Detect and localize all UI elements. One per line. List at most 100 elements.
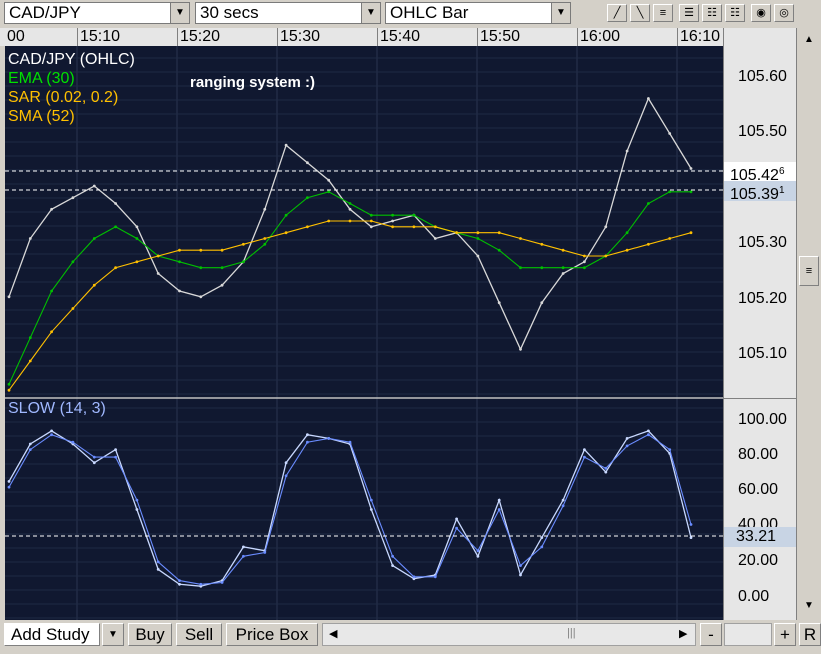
price-line-2	[8, 220, 692, 391]
table-icon[interactable]: ☷	[725, 4, 745, 22]
stoch-point	[50, 433, 53, 437]
stoch-point	[625, 444, 629, 448]
price-point	[199, 266, 203, 270]
horizontal-scrollbar[interactable]: ◀ ||| ▶	[322, 623, 696, 646]
last-price-sup: 1	[778, 185, 785, 196]
scroll-right-icon[interactable]: ▶	[679, 627, 687, 640]
price-point	[391, 219, 394, 223]
price-point	[50, 330, 53, 334]
channel-icon[interactable]: ☰	[679, 4, 699, 22]
chevron-down-icon[interactable]: ▼	[170, 3, 189, 23]
price-point	[50, 207, 53, 211]
zoom-out-icon[interactable]: ◎	[774, 4, 794, 22]
legend-sma: SMA (52)	[8, 108, 75, 125]
zoom-in-icon[interactable]: ◉	[751, 4, 771, 22]
stoch-marker-value: 33.21	[736, 528, 777, 545]
stoch-point	[561, 498, 565, 502]
stoch-point	[28, 448, 32, 451]
stoch-point	[625, 437, 629, 440]
zoom-in-button[interactable]: +	[774, 623, 796, 646]
stoch-point	[689, 523, 693, 526]
price-point	[327, 178, 331, 182]
vertical-scrollbar[interactable]: ▲ ≡ ▼	[796, 28, 821, 620]
price-point	[114, 202, 117, 205]
stoch-axis-label: 60.00	[738, 481, 779, 498]
price-point	[178, 289, 181, 293]
draw-ray-icon[interactable]: ╲	[630, 4, 650, 22]
stoch-point	[583, 455, 586, 459]
grid-icon[interactable]: ☷	[702, 4, 722, 22]
price-point	[263, 242, 267, 246]
zoom-out-button[interactable]: -	[700, 623, 722, 646]
scroll-grip-icon[interactable]: |||	[567, 627, 576, 639]
price-point	[28, 336, 32, 340]
time-tick	[77, 28, 78, 46]
stoch-point	[540, 536, 544, 539]
price-line-0	[8, 97, 692, 351]
stoch-point	[50, 429, 53, 433]
legend-ema: EMA (30)	[8, 70, 75, 87]
chart-area[interactable]: CAD/JPY (OHLC) EMA (30) SAR (0.02, 0.2) …	[5, 46, 723, 620]
chevron-down-icon[interactable]: ▼	[361, 3, 380, 23]
symbol-value: CAD/JPY	[9, 3, 81, 22]
stoch-point	[647, 433, 650, 437]
price-box-button[interactable]: Price Box	[226, 623, 318, 646]
chevron-down-icon[interactable]: ▼	[551, 3, 570, 23]
price-axis-label: 105.60	[738, 68, 787, 85]
stoch-point	[284, 461, 288, 465]
axis-divider	[724, 398, 797, 399]
stoch-marker: 33.21	[724, 527, 797, 547]
stoch-point	[433, 575, 437, 579]
reset-button[interactable]: R	[799, 623, 821, 646]
zoom-slider[interactable]	[724, 623, 772, 646]
price-point	[476, 237, 480, 240]
price-point	[92, 184, 96, 188]
price-point	[327, 190, 331, 194]
price-point	[519, 266, 522, 270]
stoch-point	[348, 440, 352, 444]
price-point	[114, 225, 117, 229]
scroll-left-icon[interactable]: ◀	[329, 627, 337, 640]
interval-select[interactable]: 30 secs ▼	[195, 2, 381, 24]
stoch-point	[92, 455, 96, 459]
price-point	[561, 248, 565, 252]
time-tick	[577, 28, 578, 46]
stoch-point	[391, 564, 394, 567]
price-point	[561, 272, 565, 275]
stoch-axis-label: 20.00	[738, 552, 779, 569]
price-point	[540, 242, 544, 246]
stoch-point	[306, 433, 309, 437]
add-study-select[interactable]: Add Study	[4, 623, 100, 646]
fib-lines-icon[interactable]: ≡	[653, 4, 673, 22]
scroll-down-icon[interactable]: ▼	[801, 600, 817, 614]
scroll-up-icon[interactable]: ▲	[801, 34, 817, 48]
price-axis[interactable]: 105.60 105.50 105.426 105.391 105.30 105…	[723, 28, 797, 620]
stoch-point	[668, 448, 672, 451]
price-point	[604, 254, 608, 258]
chart-style-value: OHLC Bar	[390, 3, 469, 22]
price-point	[242, 242, 245, 246]
chevron-down-icon[interactable]: ▼	[102, 623, 124, 646]
price-point	[369, 219, 373, 223]
buy-button[interactable]: Buy	[128, 623, 172, 646]
chart-style-select[interactable]: OHLC Bar ▼	[385, 2, 571, 24]
stoch-series	[7, 429, 693, 588]
stoch-point	[647, 429, 650, 433]
price-point	[668, 132, 672, 135]
scroll-thumb[interactable]: ≡	[799, 256, 819, 286]
high-price-marker: 105.426	[724, 162, 797, 184]
stoch-point	[391, 554, 394, 558]
price-point	[178, 248, 181, 252]
stoch-point	[369, 508, 373, 511]
stoch-point	[497, 508, 501, 511]
last-price-marker: 105.391	[724, 181, 797, 204]
last-price-main: 105.39	[730, 186, 779, 204]
stoch-point	[497, 498, 501, 502]
price-point	[647, 97, 650, 100]
draw-line-icon[interactable]: ╱	[607, 4, 627, 22]
price-point	[284, 213, 288, 217]
price-point	[28, 359, 32, 363]
sell-button[interactable]: Sell	[176, 623, 222, 646]
price-point	[412, 225, 416, 229]
symbol-select[interactable]: CAD/JPY ▼	[4, 2, 190, 24]
